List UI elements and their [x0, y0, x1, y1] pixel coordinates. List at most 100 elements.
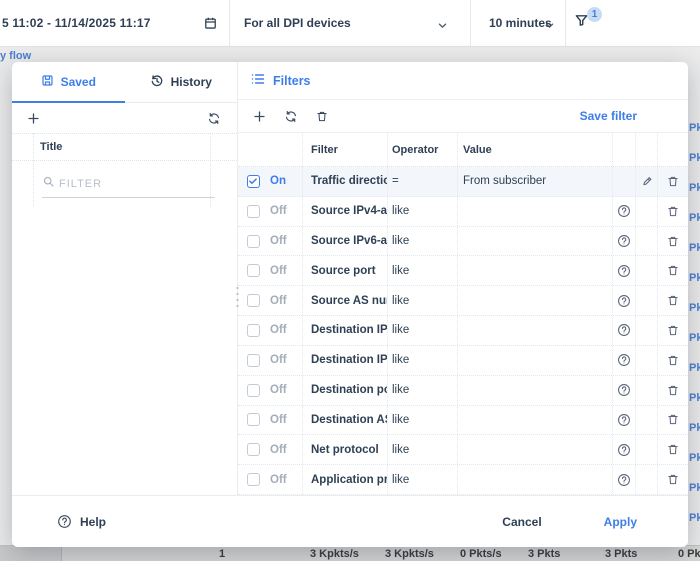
row-value[interactable] — [457, 435, 612, 464]
row-help-icon[interactable] — [612, 316, 635, 345]
row-delete-icon[interactable] — [657, 256, 688, 285]
row-enable-checkbox[interactable] — [238, 227, 268, 256]
row-operator[interactable]: like — [387, 227, 457, 256]
row-enable-checkbox[interactable] — [238, 406, 268, 435]
row-value[interactable] — [457, 227, 612, 256]
device-select[interactable]: For all DPI devices — [230, 0, 471, 46]
refresh-filters-button[interactable] — [284, 110, 298, 123]
row-enable-checkbox[interactable] — [238, 346, 268, 375]
row-delete-icon[interactable] — [657, 435, 688, 464]
tab-history[interactable]: History — [125, 62, 238, 102]
row-delete-icon[interactable] — [657, 465, 688, 494]
dialog-footer: Help Cancel Apply — [12, 495, 688, 547]
row-filter-name[interactable]: Source IPv4-address — [302, 197, 387, 226]
row-delete-icon[interactable] — [657, 167, 688, 196]
date-range-picker[interactable]: 5 11:02 - 11/14/2025 11:17 — [0, 0, 230, 46]
row-filter-name[interactable]: Destination IPv4-address — [302, 316, 387, 345]
row-help-icon[interactable] — [612, 346, 635, 375]
row-filter-name[interactable]: Destination IPv6-address — [302, 346, 387, 375]
row-enable-checkbox[interactable] — [238, 376, 268, 405]
row-enable-checkbox[interactable] — [238, 167, 268, 196]
row-operator[interactable]: like — [387, 256, 457, 285]
delete-filters-button[interactable] — [316, 110, 328, 123]
row-value[interactable] — [457, 316, 612, 345]
row-filter-name[interactable]: Source AS number — [302, 286, 387, 315]
row-operator[interactable]: like — [387, 286, 457, 315]
row-value[interactable] — [457, 346, 612, 375]
help-button[interactable]: Help — [57, 514, 106, 529]
calendar-icon[interactable] — [204, 16, 217, 35]
filters-toolbar: Save filter — [238, 100, 688, 133]
row-value[interactable] — [457, 465, 612, 494]
gutter-divider — [33, 133, 34, 207]
filter-row: OnTraffic direction=From subscriber — [238, 167, 688, 197]
row-operator[interactable]: = — [387, 167, 457, 196]
title-column-header: Title — [40, 141, 62, 153]
row-delete-icon[interactable] — [657, 227, 688, 256]
row-value[interactable] — [457, 376, 612, 405]
add-filter-button[interactable] — [253, 110, 266, 123]
row-value[interactable] — [457, 197, 612, 226]
row-filter-name[interactable]: Traffic direction — [302, 167, 387, 196]
cancel-button[interactable]: Cancel — [502, 515, 541, 529]
row-delete-icon[interactable] — [657, 316, 688, 345]
row-filter-name[interactable]: Application protocol — [302, 465, 387, 494]
row-help-icon[interactable] — [612, 286, 635, 315]
value-column-header: Value — [457, 133, 612, 166]
summary-value: 0 Pkts/s — [460, 548, 502, 560]
row-filter-name[interactable]: Source port — [302, 256, 387, 285]
row-enable-checkbox[interactable] — [238, 316, 268, 345]
row-operator[interactable]: like — [387, 316, 457, 345]
apply-button[interactable]: Apply — [604, 515, 637, 529]
list-icon — [251, 73, 265, 88]
row-enable-checkbox[interactable] — [238, 286, 268, 315]
row-operator[interactable]: like — [387, 346, 457, 375]
filter-row: OffDestination portlike — [238, 376, 688, 406]
row-operator[interactable]: like — [387, 406, 457, 435]
row-help-icon[interactable] — [612, 465, 635, 494]
device-select-value: For all DPI devices — [244, 16, 351, 30]
row-value[interactable] — [457, 286, 612, 315]
interval-select[interactable]: 10 minutes — [471, 0, 566, 46]
summary-value: 3 Pkts — [528, 548, 560, 560]
row-operator[interactable]: like — [387, 465, 457, 494]
refresh-saved-button[interactable] — [207, 112, 221, 125]
row-operator[interactable]: like — [387, 197, 457, 226]
summary-value: 3 Kpkts/s — [385, 548, 434, 560]
save-filter-link[interactable]: Save filter — [580, 109, 637, 123]
row-enable-checkbox[interactable] — [238, 197, 268, 226]
row-delete-icon[interactable] — [657, 286, 688, 315]
row-delete-icon[interactable] — [657, 197, 688, 226]
add-saved-filter-button[interactable] — [27, 112, 40, 125]
row-help-icon[interactable] — [612, 435, 635, 464]
row-clear-icon — [635, 256, 657, 285]
row-enable-checkbox[interactable] — [238, 465, 268, 494]
row-operator[interactable]: like — [387, 435, 457, 464]
row-enable-checkbox[interactable] — [238, 256, 268, 285]
row-value[interactable]: From subscriber — [457, 167, 612, 196]
pk-link-fragment: Pk — [689, 152, 700, 164]
row-help-icon[interactable] — [612, 376, 635, 405]
row-help-icon[interactable] — [612, 197, 635, 226]
row-value[interactable] — [457, 406, 612, 435]
row-clear-icon[interactable] — [635, 167, 657, 196]
tab-saved[interactable]: Saved — [12, 62, 125, 102]
row-help-icon[interactable] — [612, 256, 635, 285]
row-help-icon[interactable] — [612, 227, 635, 256]
row-filter-name[interactable]: Source IPv6-address — [302, 227, 387, 256]
saved-filter-search-input[interactable] — [59, 178, 215, 190]
row-value[interactable] — [457, 256, 612, 285]
panel-resize-grip[interactable] — [235, 285, 240, 311]
row-operator[interactable]: like — [387, 376, 457, 405]
pk-link-fragment: Pk — [689, 392, 700, 404]
row-filter-name[interactable]: Net protocol — [302, 435, 387, 464]
filter-column-header: Filter — [302, 133, 387, 166]
row-delete-icon[interactable] — [657, 406, 688, 435]
filter-toggle[interactable]: 1 — [566, 0, 700, 46]
row-filter-name[interactable]: Destination port — [302, 376, 387, 405]
row-filter-name[interactable]: Destination AS number — [302, 406, 387, 435]
row-enable-checkbox[interactable] — [238, 435, 268, 464]
row-delete-icon[interactable] — [657, 376, 688, 405]
row-help-icon[interactable] — [612, 406, 635, 435]
row-delete-icon[interactable] — [657, 346, 688, 375]
